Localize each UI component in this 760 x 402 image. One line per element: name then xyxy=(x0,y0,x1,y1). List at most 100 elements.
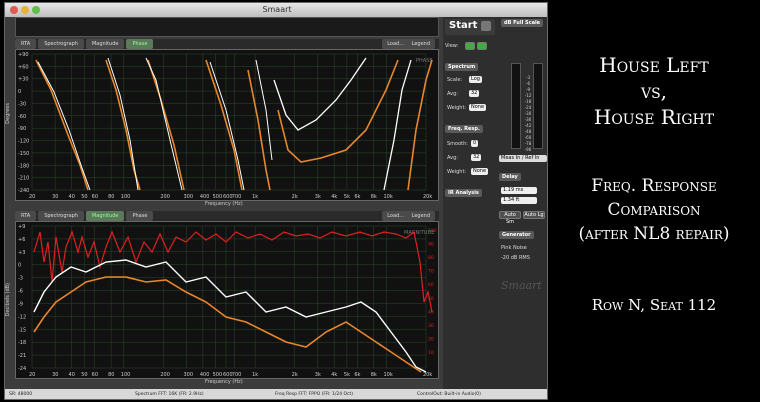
x-tick-label: 20k xyxy=(423,194,432,200)
coherence-tick-label: 80 xyxy=(428,255,434,261)
generator-signal[interactable]: Pink Noise xyxy=(501,245,527,251)
y-tick-label: -60 xyxy=(18,114,26,120)
legend-button-bottom[interactable]: Legend xyxy=(406,211,435,221)
title-bar: Smaart xyxy=(5,3,547,17)
smaart-window: Smaart RTA Spectrograph Magnitude Phase Loa… xyxy=(4,2,548,400)
y-tick-label: -180 xyxy=(18,163,29,169)
close-window-icon[interactable] xyxy=(10,6,18,14)
y-tick-label: -21 xyxy=(18,353,26,359)
zoom-window-icon[interactable] xyxy=(32,6,40,14)
x-tick-label: 10k xyxy=(383,194,392,200)
tab-spectrograph[interactable]: Spectrograph xyxy=(38,39,84,49)
delay-ms-value[interactable]: 1.19 ms xyxy=(501,187,537,194)
coherence-tick-label: 60 xyxy=(428,282,434,288)
avg-select[interactable]: 32 xyxy=(469,90,480,97)
minimize-window-icon[interactable] xyxy=(21,6,29,14)
delay-ft-value[interactable]: 1.34 ft xyxy=(501,197,537,204)
status-spectrum-fft: Spectrum FFT: 16K (FR: 2.9Hz) xyxy=(135,392,204,397)
tab-phase[interactable]: Phase xyxy=(126,39,154,49)
smooth-select[interactable]: 0 xyxy=(471,140,479,147)
fr-avg-label: Avg: xyxy=(447,155,458,161)
coherence-tick-label: 70 xyxy=(428,269,434,275)
coherence-tick-label: 10 xyxy=(428,350,434,356)
tab-magnitude[interactable]: Magnitude xyxy=(85,39,125,49)
auto-lg-button[interactable]: Auto Lg xyxy=(523,211,545,219)
smooth-label: Smooth: xyxy=(447,141,468,147)
scale-select[interactable]: Log xyxy=(469,76,482,83)
generator-section[interactable]: Generator xyxy=(499,231,534,239)
coherence-tick-label: 30 xyxy=(428,323,434,329)
seat-annotation: Row N, Seat 112 xyxy=(591,296,717,314)
status-bar: SR: 48000 Spectrum FFT: 16K (FR: 2.9Hz) … xyxy=(5,389,547,399)
tab-rta[interactable]: RTA xyxy=(15,39,37,49)
tab-spectrograph-bottom[interactable]: Spectrograph xyxy=(38,211,84,221)
title-annotation: House Left vs, House Right xyxy=(548,52,760,130)
phase-trace-white-3 xyxy=(145,57,183,191)
x-tick-label: 2k xyxy=(292,194,298,200)
phase-trace-orange-1 xyxy=(35,59,89,191)
annotation-line-4: Freq. Response xyxy=(591,176,717,196)
fr-avg-select[interactable]: 32 xyxy=(471,154,482,161)
fr-weight-select[interactable]: None xyxy=(471,168,489,175)
x-tick-label: 400 xyxy=(200,194,210,200)
x-tick-label: 4k xyxy=(331,194,337,200)
x-tick-label: 3k xyxy=(315,372,321,378)
magnitude-trace-orange xyxy=(33,276,422,373)
coherence-tick-label: 40 xyxy=(428,309,434,315)
scale-label: Scale: xyxy=(447,77,463,83)
x-tick-label: 30 xyxy=(52,194,58,200)
magnitude-y-axis-label: Decibels (dB) xyxy=(5,283,11,317)
x-tick-label: 60 xyxy=(92,372,98,378)
meter-scale: -3 -6 -9 -12 -18 -24 -30 -36 -42 -48 -60 -78 -96 xyxy=(522,75,534,153)
x-tick-label: 100 xyxy=(121,194,131,200)
x-tick-label: 700 xyxy=(232,372,242,378)
y-tick-label: -12 xyxy=(18,314,26,320)
x-tick-label: 200 xyxy=(160,372,170,378)
fr-weight-label: Weight: xyxy=(447,169,467,175)
phase-overlay-label: PHASE xyxy=(416,58,433,64)
ir-analysis-button[interactable]: IR Analysis xyxy=(445,189,482,197)
annotation-line-6: (after NL8 repair) xyxy=(578,224,730,244)
y-tick-label: -15 xyxy=(18,327,26,333)
magnitude-plot[interactable]: MAGNITUDE +9 +6 +3 0 -3 -6 -9 -12 -15 -18 -21 -24 1… xyxy=(15,221,439,379)
phase-trace-white-6 xyxy=(273,57,367,131)
auto-sm-button[interactable]: Auto Sm xyxy=(499,211,521,225)
view-dual-icon[interactable] xyxy=(477,42,487,50)
phase-trace-orange-4 xyxy=(205,59,243,191)
tab-phase-bottom[interactable]: Phase xyxy=(126,211,154,221)
full-scale-button[interactable]: dB Full Scale xyxy=(501,19,544,27)
y-tick-label: -30 xyxy=(18,101,26,107)
spectrum-section[interactable]: Spectrum xyxy=(445,63,479,71)
delay-section[interactable]: Delay xyxy=(499,173,521,181)
status-control-out: ControlOut: Built-in Audio(0) xyxy=(417,392,481,397)
smaart-watermark: Smaart xyxy=(501,279,542,292)
tab-rta-bottom[interactable]: RTA xyxy=(15,211,37,221)
start-label: Start xyxy=(449,20,478,31)
generator-level[interactable]: -20 dB RMS xyxy=(501,255,530,261)
x-tick-label: 5k xyxy=(344,372,350,378)
load-button[interactable]: Load... xyxy=(382,39,409,49)
x-tick-label: 500 xyxy=(213,194,223,200)
input-meter-right xyxy=(533,63,543,149)
view-single-icon[interactable] xyxy=(465,42,475,50)
y-tick-label: +60 xyxy=(18,64,29,70)
status-freq-resp-fft: Freq Resp FFT: FPPO (FR: 1/24 Oct) xyxy=(275,392,354,397)
x-tick-label: 1k xyxy=(252,194,258,200)
phase-plot[interactable]: PHASE +90 +60 +30 0 -30 -60 -90 -120 -150 -180 -21… xyxy=(15,49,439,201)
y-tick-label: +90 xyxy=(18,52,29,58)
x-tick-label: 6k xyxy=(354,194,360,200)
load-button-bottom[interactable]: Load... xyxy=(382,211,409,221)
stop-square-icon[interactable] xyxy=(481,21,491,31)
y-tick-label: -150 xyxy=(18,151,29,157)
y-tick-label: -18 xyxy=(18,340,26,346)
phase-trace-orange-6 xyxy=(277,59,399,163)
legend-button[interactable]: Legend xyxy=(406,39,435,49)
tab-magnitude-bottom[interactable]: Magnitude xyxy=(85,211,125,221)
weight-select[interactable]: None xyxy=(469,104,487,111)
meas-ref-input-select[interactable]: Meas In / Ref In xyxy=(499,155,547,162)
freq-resp-section[interactable]: Freq. Resp. xyxy=(445,125,483,133)
x-tick-label: 100 xyxy=(121,372,131,378)
x-tick-label: 80 xyxy=(108,372,114,378)
y-tick-label: -240 xyxy=(18,188,29,194)
top-plot-tabs: RTA Spectrograph Magnitude Phase Load... Le… xyxy=(15,39,439,49)
